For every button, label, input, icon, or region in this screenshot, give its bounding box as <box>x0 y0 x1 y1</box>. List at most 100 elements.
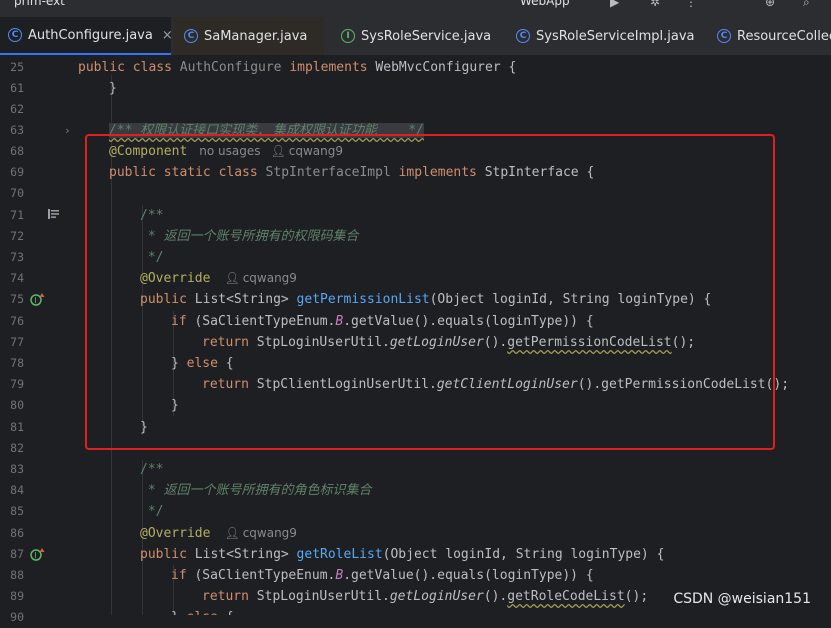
svg-text:I: I <box>34 296 36 305</box>
keyword: if <box>171 568 195 583</box>
line-number: 85 <box>10 504 24 518</box>
class-name: AuthConfigure <box>179 60 290 75</box>
code-line-90: } else { <box>171 607 234 615</box>
tab-sysroleservice[interactable]: I SysRoleService.java <box>331 17 503 55</box>
line-number: 61 <box>10 81 24 95</box>
code-line-71: /** <box>140 205 163 226</box>
method-call: getPermissionCodeList <box>507 335 672 350</box>
static-call: getLoginUser <box>389 335 484 350</box>
tab-resourcecollect[interactable]: C ResourceCollect <box>708 17 831 55</box>
tab-samanager[interactable]: C SaManager.java <box>174 17 324 55</box>
brace: } <box>171 356 187 371</box>
class-name: WebMvcConfigurer { <box>375 60 517 75</box>
code-line-87: public List<String> getRoleList(Object l… <box>140 544 664 565</box>
line-number: 69 <box>10 165 24 179</box>
line-number: 79 <box>10 377 24 391</box>
class-file-icon: C <box>184 29 198 43</box>
code-line-75: public List<String> getPermissionList(Ob… <box>140 289 711 310</box>
keyword: implements <box>398 165 485 180</box>
type: List<String> <box>194 292 297 307</box>
line-number: 81 <box>10 420 24 434</box>
class-name: StpInterface { <box>484 165 595 180</box>
keyword: return <box>202 589 257 604</box>
run-config-selector[interactable]: WebApp <box>520 0 570 8</box>
class-name: StpInterfaceImpl <box>265 165 399 180</box>
keyword: public class <box>78 60 180 75</box>
fold-chevron-icon[interactable]: › <box>64 124 71 137</box>
doc-comment-text: 返回一个账号所拥有的角色标识集合 <box>163 483 372 498</box>
line-number: 87 <box>10 547 24 561</box>
doc-comment: * <box>140 229 164 244</box>
expr: ().getPermissionCodeList(); <box>577 377 790 392</box>
line-number: 75 <box>10 292 24 306</box>
brace: { <box>225 356 234 371</box>
line-number: 84 <box>10 483 24 497</box>
author-hint[interactable]: cqwang9 <box>243 271 297 285</box>
expr: (). <box>483 335 508 350</box>
line-number: 71 <box>10 208 24 222</box>
author-hint[interactable]: cqwang9 <box>243 526 297 540</box>
usages-hint[interactable]: no usages <box>199 144 260 158</box>
code-line-72: * 返回一个账号所拥有的权限码集合 <box>140 226 359 247</box>
line-number-gutter: 25 61 62 63 68 69 70 71 72 73 74 75 76 7… <box>0 55 78 624</box>
doc-render-icon[interactable] <box>48 209 60 219</box>
run-icon[interactable]: ▶ <box>610 0 619 9</box>
keyword: else <box>187 610 226 615</box>
expr: StpClientLoginUserUtil. <box>256 377 437 392</box>
keyword: if <box>171 314 195 329</box>
project-name[interactable]: prim-ext <box>14 0 65 8</box>
implements-method-icon[interactable]: I <box>30 547 46 561</box>
expr: .getValue().equals(loginType)) { <box>343 314 594 329</box>
implements-method-icon[interactable]: I <box>30 292 46 306</box>
expr: (SaClientTypeEnum. <box>194 314 336 329</box>
search-icon[interactable]: ⌕ <box>803 0 810 10</box>
class-file-icon: C <box>516 29 530 43</box>
author-icon: 👤︎ <box>224 271 240 285</box>
more-icon[interactable]: ⋮ <box>685 0 697 9</box>
keyword: public <box>140 292 195 307</box>
keyword: public static class <box>109 165 266 180</box>
method-name: getPermissionList <box>296 292 430 307</box>
expr: .getValue().equals(loginType)) { <box>343 568 594 583</box>
keyword: implements <box>289 60 376 75</box>
keyword: return <box>202 335 257 350</box>
line-number: 73 <box>10 250 24 264</box>
collapsed-doc-comment[interactable]: /** 权限认证接口实现类, 集成权限认证功能 */ <box>109 123 424 138</box>
line-number: 86 <box>10 526 24 540</box>
tab-authconfigure[interactable]: C AuthConfigure.java × <box>0 17 173 55</box>
debug-icon[interactable]: ✲ <box>650 0 660 9</box>
line-number: 70 <box>10 186 24 200</box>
code-line-69: public static class StpInterfaceImpl imp… <box>109 162 594 183</box>
brace: { <box>226 610 234 615</box>
tab-label: SysRoleServiceImpl.java <box>536 28 695 44</box>
brace: } <box>171 610 187 615</box>
author-hint[interactable]: cqwang9 <box>289 144 343 158</box>
code-line-68: @Component no usages 👤︎ cqwang9 <box>109 141 343 162</box>
code-line-78: } else { <box>171 353 234 374</box>
doc-comment: /** <box>140 208 164 223</box>
code-editor[interactable]: public class AuthConfigure implements We… <box>78 55 831 615</box>
code-line-83: /** <box>140 459 163 480</box>
type: List<String> <box>194 547 297 562</box>
close-icon[interactable]: × <box>162 28 173 43</box>
line-number: 88 <box>10 568 24 582</box>
add-user-icon[interactable]: ⊕ <box>765 0 775 9</box>
line-number: 83 <box>10 462 24 476</box>
doc-comment: */ <box>140 504 164 519</box>
tab-label: AuthConfigure.java <box>28 27 153 43</box>
tab-sysroleserviceimpl[interactable]: C SysRoleServiceImpl.java <box>506 17 706 55</box>
line-number: 62 <box>10 102 24 116</box>
expr: (SaClientTypeEnum. <box>194 568 336 583</box>
code-line-85: */ <box>140 501 164 522</box>
keyword: return <box>202 377 257 392</box>
brace: } <box>140 420 148 435</box>
method-name: getRoleList <box>296 547 383 562</box>
annotation: @Component <box>109 144 188 159</box>
editor-tabs: C AuthConfigure.java × C SaManager.java … <box>0 17 831 56</box>
line-number: 80 <box>10 398 24 412</box>
expr: (). <box>483 589 508 604</box>
title-bar: prim-ext WebApp ▶ ✲ ⋮ ⊕ ⌕ <box>0 0 831 17</box>
line-number: 89 <box>10 589 24 603</box>
doc-comment: * <box>140 483 164 498</box>
line-number: 78 <box>10 356 24 370</box>
